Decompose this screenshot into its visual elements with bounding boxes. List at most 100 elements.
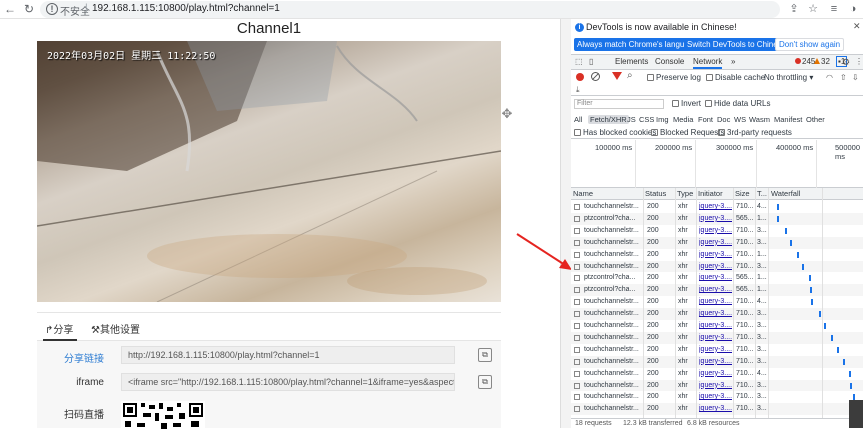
cell-initiator[interactable]: jquery-3.... — [699, 391, 732, 403]
table-row[interactable]: ptzcontrol?cha... 200 xhr jquery-3.... 565..… — [571, 272, 863, 284]
star-icon[interactable]: ☆ — [806, 2, 820, 16]
table-row[interactable]: touchchannelstr... 200 xhr jquery-3.... 710.… — [571, 403, 863, 416]
url-box[interactable]: ! 不安全 | 192.168.1.115:10800/play.html?ch… — [40, 1, 780, 18]
cell-initiator[interactable]: jquery-3.... — [699, 237, 732, 249]
wifi-icon[interactable]: ◠ — [826, 73, 833, 83]
type-filter-media[interactable]: Media — [673, 115, 693, 124]
profile-icon[interactable]: ◑ — [846, 2, 860, 16]
cell-initiator[interactable]: jquery-3.... — [699, 284, 732, 296]
cell-initiator[interactable]: jquery-3.... — [699, 225, 732, 237]
throttling-select[interactable]: No throttling ▾ — [764, 73, 813, 82]
type-filter-img[interactable]: Img — [656, 115, 669, 124]
type-filter-fetch[interactable]: Fetch/XHR — [588, 115, 629, 124]
col-initiator[interactable]: Initiator — [698, 189, 723, 198]
filter-icon[interactable] — [612, 72, 622, 80]
col-name[interactable]: Name — [573, 189, 593, 198]
cell-initiator[interactable]: jquery-3.... — [699, 261, 732, 273]
gear-icon[interactable]: ⚙ — [842, 57, 850, 67]
cell-initiator[interactable]: jquery-3.... — [699, 249, 732, 261]
close-icon[interactable]: ✕ — [853, 21, 861, 32]
kebab-menu-icon[interactable]: ⋮ — [855, 57, 863, 67]
reload-icon[interactable]: ↻ — [22, 2, 36, 16]
back-icon[interactable]: ← — [3, 2, 17, 16]
cell-initiator[interactable]: jquery-3.... — [699, 380, 732, 392]
cell-initiator[interactable]: jquery-3.... — [699, 403, 732, 415]
video-player[interactable]: 2022年03月02日 星期三 11:22:50 — [37, 41, 501, 302]
table-row[interactable]: touchchannelstr... 200 xhr jquery-3.... 710.… — [571, 391, 863, 403]
clear-icon[interactable] — [591, 72, 600, 81]
col-time[interactable]: T... — [757, 189, 767, 198]
type-filter-font[interactable]: Font — [698, 115, 713, 124]
url-text[interactable]: 192.168.1.115:10800/play.html?channel=1 — [92, 3, 280, 14]
cell-initiator[interactable]: jquery-3.... — [699, 296, 732, 308]
type-filter-manifest[interactable]: Manifest — [774, 115, 802, 124]
cell-initiator[interactable]: jquery-3.... — [699, 368, 732, 380]
cell-initiator[interactable]: jquery-3.... — [699, 308, 732, 320]
switch-chinese-button[interactable]: Switch DevTools to Chinese — [684, 38, 790, 51]
tab-network[interactable]: Network — [693, 57, 723, 69]
reading-list-icon[interactable]: ≡ — [827, 2, 841, 16]
col-status[interactable]: Status — [645, 189, 666, 198]
type-filter-ws[interactable]: WS — [734, 115, 746, 124]
table-row[interactable]: touchchannelstr... 200 xhr jquery-3.... 710.… — [571, 368, 863, 380]
export-icon[interactable]: ⇩ — [852, 73, 859, 83]
type-filter-other[interactable]: Other — [806, 115, 825, 124]
inspect-icon[interactable]: ⬚ — [575, 57, 583, 67]
dont-show-button[interactable]: Don't show again — [775, 38, 845, 51]
cell-initiator[interactable]: jquery-3.... — [699, 344, 732, 356]
device-toolbar-icon[interactable]: ▯ — [589, 57, 593, 67]
import-icon[interactable]: ⇧ — [840, 73, 847, 83]
tab-elements[interactable]: Elements — [615, 57, 648, 66]
cell-initiator[interactable]: jquery-3.... — [699, 213, 732, 225]
tab-more[interactable]: » — [731, 57, 735, 66]
table-row[interactable]: touchchannelstr... 200 xhr jquery-3.... 710.… — [571, 308, 863, 320]
preserve-log-checkbox[interactable]: Preserve log — [647, 73, 701, 82]
search-icon[interactable]: ⌕ — [627, 70, 633, 81]
filter-input[interactable]: Filter — [574, 99, 664, 109]
table-row[interactable]: touchchannelstr... 200 xhr jquery-3.... 710.… — [571, 320, 863, 332]
table-row[interactable]: touchchannelstr... 200 xhr jquery-3.... 710.… — [571, 355, 863, 368]
cell-initiator[interactable]: jquery-3.... — [699, 272, 732, 284]
disable-cache-checkbox[interactable]: Disable cache — [706, 73, 765, 82]
blocked-cookies-checkbox[interactable]: Has blocked cookies — [574, 128, 656, 137]
table-row[interactable]: touchchannelstr... 200 xhr jquery-3.... 710.… — [571, 201, 863, 213]
col-size[interactable]: Size — [735, 189, 750, 198]
type-filter-all[interactable]: All — [574, 115, 582, 124]
type-filter-js[interactable]: JS — [627, 115, 636, 124]
table-row[interactable]: touchchannelstr... 200 xhr jquery-3.... 710.… — [571, 296, 863, 308]
table-row[interactable]: touchchannelstr... 200 xhr jquery-3.... 710.… — [571, 225, 863, 237]
table-row[interactable]: touchchannelstr... 200 xhr jquery-3.... 710.… — [571, 379, 863, 392]
third-party-checkbox[interactable]: 3rd-party requests — [718, 128, 792, 137]
table-row[interactable]: touchchannelstr... 200 xhr jquery-3.... 710.… — [571, 249, 863, 261]
panel-divider[interactable] — [560, 19, 571, 428]
record-icon[interactable] — [576, 73, 584, 81]
download-icon[interactable]: ⤓ — [576, 85, 580, 95]
tab-share[interactable]: ↱分享 — [42, 321, 78, 341]
table-row[interactable]: touchchannelstr... 200 xhr jquery-3.... 710.… — [571, 344, 863, 356]
warning-count-badge[interactable]: 32 — [814, 57, 830, 66]
cell-initiator[interactable]: jquery-3.... — [699, 332, 732, 344]
hide-data-urls-checkbox[interactable]: Hide data URLs — [705, 99, 770, 108]
col-waterfall[interactable]: Waterfall — [771, 189, 800, 198]
type-filter-css[interactable]: CSS — [639, 115, 654, 124]
blocked-requests-checkbox[interactable]: Blocked Requests — [651, 128, 724, 137]
invert-checkbox[interactable]: Invert — [672, 99, 701, 108]
error-count-badge[interactable]: 245 — [795, 57, 815, 66]
table-row[interactable]: touchchannelstr... 200 xhr jquery-3.... 710.… — [571, 236, 863, 249]
col-type[interactable]: Type — [677, 189, 693, 198]
tab-other-settings[interactable]: ⚒其他设置 — [91, 321, 140, 336]
scrollbar-thumb[interactable] — [849, 400, 863, 428]
iframe-field[interactable]: <iframe src="http://192.168.1.115:10800/… — [121, 373, 455, 391]
move-icon[interactable]: ✥ — [500, 107, 514, 121]
match-language-button[interactable]: Always match Chrome's language — [574, 38, 701, 51]
type-filter-doc[interactable]: Doc — [717, 115, 730, 124]
share-icon[interactable]: ⇪ — [787, 2, 801, 16]
cell-initiator[interactable]: jquery-3.... — [699, 320, 732, 332]
share-link-field[interactable]: http://192.168.1.115:10800/play.html?cha… — [121, 346, 455, 364]
copy-link-icon[interactable]: ⧉ — [478, 348, 492, 362]
copy-iframe-icon[interactable]: ⧉ — [478, 375, 492, 389]
cell-initiator[interactable]: jquery-3.... — [699, 356, 732, 368]
network-overview-timeline[interactable]: 100000 ms 200000 ms 300000 ms 400000 ms … — [571, 140, 863, 188]
cell-initiator[interactable]: jquery-3.... — [699, 201, 732, 213]
type-filter-wasm[interactable]: Wasm — [749, 115, 770, 124]
